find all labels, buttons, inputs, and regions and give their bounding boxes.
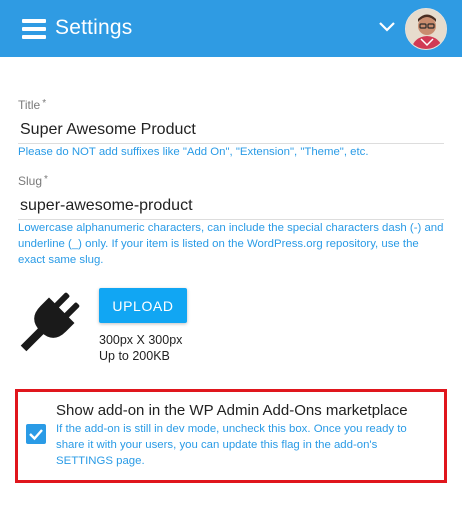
title-label: Title * — [18, 98, 46, 112]
slug-label-text: Slug — [18, 174, 43, 188]
icon-max-size-text: Up to 200KB — [99, 349, 170, 363]
title-input[interactable] — [18, 116, 444, 144]
hamburger-menu-icon[interactable] — [22, 19, 46, 39]
marketplace-option-hint: If the add-on is still in dev mode, unch… — [56, 423, 407, 467]
slug-hint: Lowercase alphanumeric characters, can i… — [18, 222, 444, 266]
title-hint: Please do NOT add suffixes like "Add On"… — [18, 146, 369, 158]
icon-dimensions-text: 300px X 300px — [99, 333, 183, 347]
marketplace-checkbox[interactable] — [26, 424, 46, 444]
required-mark: * — [44, 174, 48, 185]
title-label-text: Title — [18, 98, 41, 112]
upload-button[interactable]: UPLOAD — [99, 288, 187, 323]
app-bar: Settings — [0, 0, 462, 57]
slug-input[interactable] — [18, 192, 444, 220]
required-mark: * — [42, 98, 47, 109]
chevron-down-icon[interactable] — [378, 20, 396, 34]
plug-icon — [20, 292, 80, 352]
slug-label: Slug * — [18, 174, 48, 188]
avatar[interactable] — [405, 8, 447, 50]
marketplace-option-title: Show add-on in the WP Admin Add-Ons mark… — [56, 402, 408, 419]
checkmark-icon — [29, 429, 43, 441]
page-title: Settings — [55, 16, 133, 39]
